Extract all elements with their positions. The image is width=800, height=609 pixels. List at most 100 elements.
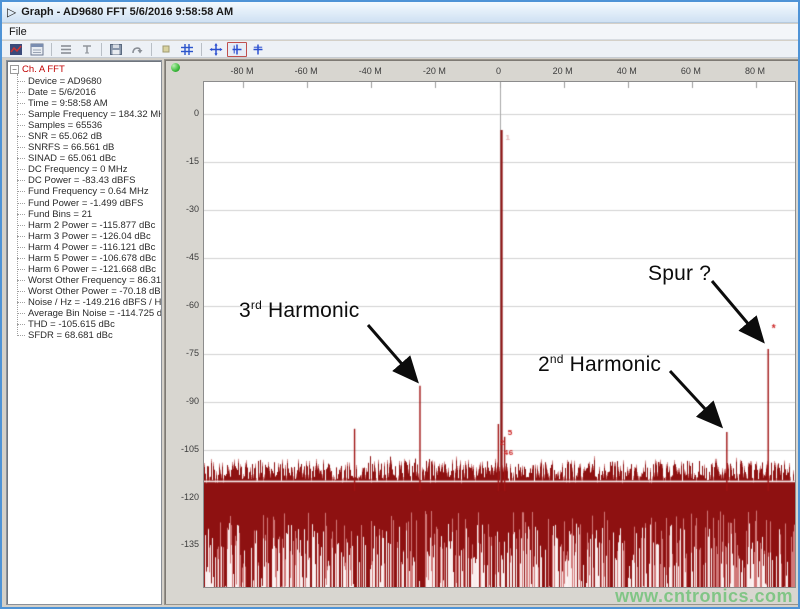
tree-item[interactable]: Fund Frequency = 0.64 MHz — [17, 186, 161, 197]
y-axis-tick-label: 0 — [193, 107, 199, 118]
tree-item[interactable]: Harm 3 Power = -126.04 dBc — [17, 231, 161, 242]
tree-item[interactable]: Worst Other Power = -70.18 dBFS — [17, 286, 161, 297]
x-axis-tick-label: 60 M — [680, 66, 701, 76]
tree-connector — [17, 279, 25, 281]
tree-connector — [17, 191, 25, 193]
y-axis-tick-label: -135 — [180, 539, 199, 550]
zoom-y-tool-button[interactable] — [248, 42, 268, 57]
toolbar-separator — [201, 42, 202, 56]
tree-connector — [17, 213, 25, 215]
tree-connector — [17, 335, 25, 337]
cursor-tool-button[interactable] — [77, 42, 97, 57]
zoom-x-tool-button[interactable] — [227, 41, 247, 57]
tree-item-label: Harm 2 Power = -115.877 dBc — [28, 219, 156, 231]
pan-tool-button[interactable] — [206, 42, 226, 57]
tree-item-label: SINAD = 65.061 dBc — [28, 153, 116, 165]
title-bar: ▷ Graph - AD9680 FFT 5/6/2016 9:58:58 AM — [2, 2, 798, 23]
graph-panel: -80 M -60 M -40 M -20 M 0 20 M 40 M 60 M 80 M 0 -… — [164, 59, 798, 605]
tree-item-label: Time = 9:58:58 AM — [28, 98, 108, 110]
menu-bar: File — [2, 24, 798, 40]
toolbar-separator — [101, 42, 102, 56]
fft-plot-canvas[interactable] — [203, 81, 796, 588]
grid-toggle-button[interactable] — [177, 42, 197, 57]
tree-item[interactable]: SNRFS = 66.561 dB — [17, 142, 161, 153]
window-title: Graph - AD9680 FFT 5/6/2016 9:58:58 AM — [21, 6, 234, 18]
tree-item[interactable]: Harm 2 Power = -115.877 dBc — [17, 220, 161, 231]
tree-item[interactable]: Sample Frequency = 184.32 MHz — [17, 109, 161, 120]
tree-item-label: DC Frequency = 0 MHz — [28, 164, 128, 176]
tree-item-label: SFDR = 68.681 dBc — [28, 330, 113, 342]
app-window: ▷ Graph - AD9680 FFT 5/6/2016 9:58:58 AM… — [0, 0, 800, 609]
x-axis-tick-label: 40 M — [616, 66, 637, 76]
tree-connector — [17, 301, 25, 303]
save-button[interactable] — [106, 42, 126, 57]
tree-item[interactable]: SINAD = 65.061 dBc — [17, 153, 161, 164]
y-axis-tick-label: -45 — [185, 251, 199, 262]
tree-item[interactable]: Average Bin Noise = -114.725 dBFS — [17, 308, 161, 319]
tree-item-label: THD = -105.615 dBc — [28, 319, 115, 331]
y-axis-tick-label: -30 — [185, 203, 199, 214]
tree-items: Device = AD9680 Date = 5/6/2016 Time = 9:5… — [17, 73, 161, 341]
tree-item-label: Worst Other Frequency = 86.31 MHz — [28, 274, 162, 286]
export-button[interactable] — [127, 42, 147, 57]
tree-item[interactable]: Device = AD9680 — [17, 76, 161, 87]
tree-collapse-icon[interactable]: − — [10, 64, 19, 74]
tree-item[interactable]: DC Frequency = 0 MHz — [17, 164, 161, 175]
tree-item-label: Harm 3 Power = -126.04 dBc — [28, 230, 151, 242]
tree-connector — [17, 202, 25, 204]
tree-item[interactable]: SFDR = 68.681 dBc — [17, 330, 161, 341]
tree-root-row[interactable]: − Ch. A FFT — [10, 63, 161, 75]
y-axis-tick-label: -75 — [185, 347, 199, 358]
tree-connector — [17, 81, 25, 83]
tree-item[interactable]: Noise / Hz = -149.216 dBFS / Hz — [17, 297, 161, 308]
tree-item[interactable]: Harm 4 Power = -116.121 dBc — [17, 242, 161, 253]
tree-item[interactable]: THD = -105.615 dBc — [17, 319, 161, 330]
tree-connector — [17, 235, 25, 237]
tree-item-label: Average Bin Noise = -114.725 dBFS — [28, 307, 162, 319]
tree-item[interactable]: Fund Power = -1.499 dBFS — [17, 198, 161, 209]
tree-connector — [17, 313, 25, 314]
tree-item-label: DC Power = -83.43 dBFS — [28, 175, 136, 187]
tree-item-label: Fund Frequency = 0.64 MHz — [28, 186, 149, 198]
tree-item[interactable]: Harm 5 Power = -106.678 dBc — [17, 253, 161, 264]
toolbar-separator — [151, 42, 152, 56]
y-axis-tick-label: -15 — [185, 155, 199, 166]
tree-item[interactable]: Samples = 65536 — [17, 120, 161, 131]
tree-item-label: Fund Bins = 21 — [28, 208, 93, 220]
tree-root-label: Ch. A FFT — [22, 63, 65, 75]
tree-item[interactable]: Harm 6 Power = -121.668 dBc — [17, 264, 161, 275]
tree-item[interactable]: Worst Other Frequency = 86.31 MHz — [17, 275, 161, 286]
menu-file[interactable]: File — [2, 25, 34, 39]
tree-connector — [17, 257, 25, 259]
tree-connector — [17, 324, 25, 326]
tree-connector — [17, 125, 25, 127]
tree-connector — [17, 147, 25, 149]
app-icon: ▷ — [7, 5, 17, 19]
tree-connector — [17, 224, 25, 226]
tree-item[interactable]: DC Power = -83.43 dBFS — [17, 175, 161, 186]
x-axis-tick-label: 0 — [495, 66, 502, 76]
tree-connector — [17, 169, 25, 171]
y-axis-tick-label: -60 — [185, 299, 199, 310]
tree-item-label: Sample Frequency = 184.32 MHz — [28, 109, 162, 121]
tree-item[interactable]: Time = 9:58:58 AM — [17, 98, 161, 109]
tree-connector — [17, 103, 25, 105]
tree-item[interactable]: Date = 5/6/2016 — [17, 87, 161, 98]
x-axis-tick-label: -80 M — [230, 66, 254, 76]
report-view-button[interactable] — [27, 42, 47, 57]
graph-settings-button[interactable] — [6, 42, 26, 57]
fft-stats-tree-panel: − Ch. A FFT Device = AD9680 Date = 5/6/20… — [6, 60, 162, 605]
tree-connector — [17, 268, 25, 270]
tree-item-label: Worst Other Power = -70.18 dBFS — [28, 285, 162, 297]
x-axis-tick-label: -40 M — [358, 66, 382, 76]
tree-connector — [17, 290, 25, 292]
y-axis-tick-label: -90 — [185, 395, 199, 406]
tree-item[interactable]: SNR = 65.062 dB — [17, 131, 161, 142]
point-style-button[interactable] — [156, 42, 176, 57]
tree-item-label: SNRFS = 66.561 dB — [28, 142, 115, 154]
tree-item-label: Harm 5 Power = -106.678 dBc — [28, 252, 157, 264]
toolbar-separator — [51, 42, 52, 56]
x-axis-tick-label: -60 M — [294, 66, 318, 76]
tree-item[interactable]: Fund Bins = 21 — [17, 209, 161, 220]
list-view-button[interactable] — [56, 42, 76, 57]
